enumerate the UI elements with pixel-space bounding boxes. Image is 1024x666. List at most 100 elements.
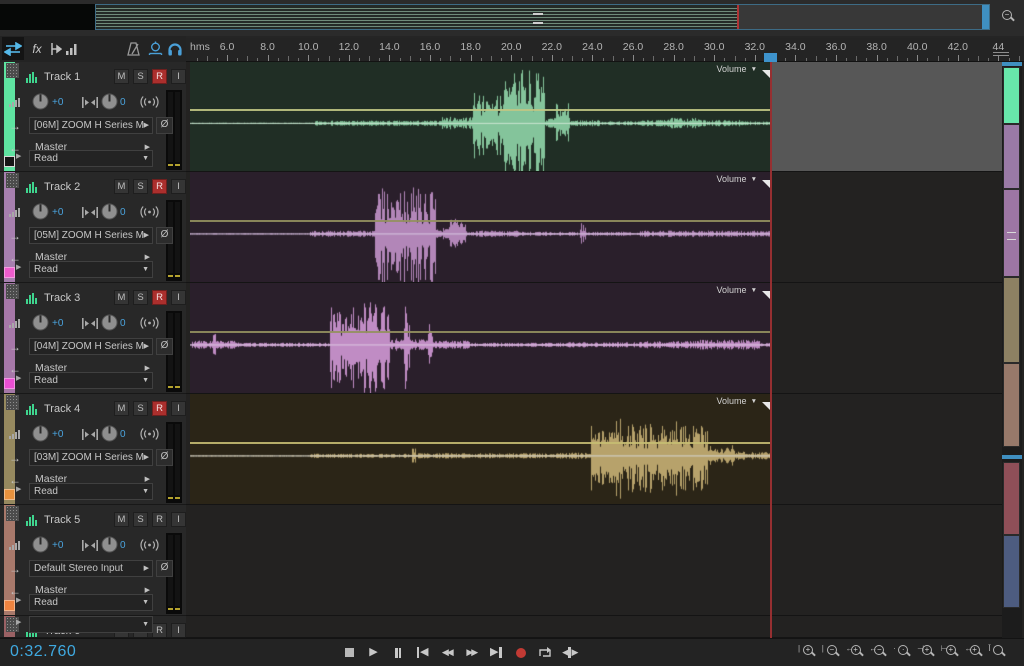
- rewind-button[interactable]: ◀◀: [436, 644, 458, 661]
- track-color-chip[interactable]: [4, 267, 15, 278]
- overview-scrollbar[interactable]: [95, 4, 990, 30]
- clip-volume-label[interactable]: Volume▼: [717, 174, 757, 184]
- phase-button[interactable]: Ø: [156, 338, 173, 355]
- solo-button[interactable]: S: [133, 179, 148, 194]
- track-name[interactable]: Track 3: [44, 292, 80, 304]
- pan-value[interactable]: 0: [120, 429, 126, 440]
- automation-expander[interactable]: ▶: [16, 596, 21, 604]
- volume-value[interactable]: +0: [52, 540, 63, 551]
- track-navigator[interactable]: [1002, 62, 1022, 638]
- input-monitor-button[interactable]: I: [171, 179, 186, 194]
- stop-button[interactable]: [338, 644, 360, 661]
- track-drag-grip[interactable]: [6, 506, 19, 521]
- input-monitor-button[interactable]: I: [171, 69, 186, 84]
- audio-clip[interactable]: Volume▼: [190, 172, 771, 282]
- track-drag-grip[interactable]: [6, 63, 19, 78]
- automation-mode-select[interactable]: Read▼: [29, 594, 153, 611]
- track-lane[interactable]: [186, 505, 1002, 616]
- zoom-out-time-button[interactable]: ←−: [871, 643, 891, 662]
- pan-knob[interactable]: [101, 425, 118, 442]
- navigator-zoom-icon[interactable]: [993, 50, 1009, 59]
- clip-volume-label[interactable]: Volume▼: [717, 285, 757, 295]
- zoom-full-button[interactable]: Ī: [990, 643, 1010, 662]
- volume-knob[interactable]: [32, 314, 49, 331]
- input-select[interactable]: [05M] ZOOM H Series M▶: [29, 227, 153, 244]
- navigator-track-segment[interactable]: [1003, 124, 1020, 189]
- track-name[interactable]: Track 5: [44, 514, 80, 526]
- zoom-out-button[interactable]: |−: [824, 643, 844, 662]
- move-to-previous-button[interactable]: ◀: [412, 644, 434, 661]
- phase-button[interactable]: Ø: [156, 227, 173, 244]
- input-monitor-button[interactable]: I: [171, 401, 186, 416]
- track-color-chip[interactable]: [4, 378, 15, 389]
- zoom-in-at-out-point-button[interactable]: ⊢+: [943, 643, 963, 662]
- volume-knob[interactable]: [32, 93, 49, 110]
- automation-expander[interactable]: ▶: [16, 618, 21, 626]
- input-monitor-button[interactable]: I: [171, 512, 186, 527]
- volume-value[interactable]: +0: [52, 429, 63, 440]
- zoom-in-time-button[interactable]: ←+: [848, 643, 868, 662]
- volume-envelope-line[interactable]: [190, 331, 771, 333]
- fast-forward-button[interactable]: ▶▶: [461, 644, 483, 661]
- track-drag-grip[interactable]: [6, 284, 19, 299]
- input-select[interactable]: [03M] ZOOM H Series M▶: [29, 449, 153, 466]
- audio-clip[interactable]: Volume▼: [190, 283, 771, 393]
- arm-record-button[interactable]: R: [152, 401, 167, 416]
- navigator-viewport-edge[interactable]: [1002, 455, 1022, 459]
- automation-mode-select[interactable]: ▼: [29, 616, 153, 633]
- pan-knob[interactable]: [101, 93, 118, 110]
- automation-expander[interactable]: ▶: [16, 152, 21, 160]
- volume-knob[interactable]: [32, 203, 49, 220]
- automation-expander[interactable]: ▶: [16, 263, 21, 271]
- overview-right-handle[interactable]: [982, 5, 989, 29]
- monitor-input-icon[interactable]: [140, 95, 159, 109]
- input-select[interactable]: Default Stereo Input▶: [29, 560, 153, 577]
- playhead-line[interactable]: [770, 62, 772, 638]
- volume-envelope-line[interactable]: [190, 109, 771, 111]
- track-header[interactable]: Track 1 M S R I +0 0 → [06M] ZOOM H Seri…: [0, 62, 186, 172]
- volume-value[interactable]: +0: [52, 97, 63, 108]
- arm-record-button[interactable]: R: [152, 69, 167, 84]
- monitor-input-icon[interactable]: [140, 538, 159, 552]
- timeline-ruler[interactable]: hms 6.08.010.012.014.016.018.020.022.024…: [186, 38, 1024, 62]
- automation-mode-select[interactable]: Read▼: [29, 483, 153, 500]
- input-select[interactable]: [06M] ZOOM H Series M▶: [29, 117, 153, 134]
- audio-clip[interactable]: Volume▼: [190, 62, 771, 171]
- clip-volume-label[interactable]: Volume▼: [717, 396, 757, 406]
- arm-record-button[interactable]: R: [152, 179, 167, 194]
- solo-button[interactable]: S: [133, 69, 148, 84]
- track-drag-grip[interactable]: [6, 173, 19, 188]
- record-button[interactable]: [510, 644, 532, 661]
- track-name[interactable]: Track 1: [44, 71, 80, 83]
- track-header[interactable]: Track 6 M S R I +0 0 → ▶ Ø ← ▶ ▶ ▼: [0, 616, 186, 638]
- navigator-grip[interactable]: [1007, 232, 1016, 240]
- timeline-area[interactable]: Volume▼ Volume▼ Volume▼ Volume▼: [186, 62, 1024, 638]
- loop-playback-button[interactable]: [534, 644, 556, 661]
- arm-record-button[interactable]: R: [152, 512, 167, 527]
- monitor-input-icon[interactable]: [140, 316, 159, 330]
- phase-button[interactable]: Ø: [156, 449, 173, 466]
- solo-button[interactable]: S: [133, 401, 148, 416]
- pause-button[interactable]: [387, 644, 409, 661]
- input-monitor-button[interactable]: I: [171, 290, 186, 305]
- mute-button[interactable]: M: [114, 512, 129, 527]
- track-lane[interactable]: Volume▼: [186, 62, 1002, 172]
- automation-mode-select[interactable]: Read▼: [29, 261, 153, 278]
- track-header[interactable]: Track 5 M S R I +0 0 → Default Stereo In…: [0, 505, 186, 616]
- volume-knob[interactable]: [32, 425, 49, 442]
- mute-button[interactable]: M: [114, 401, 129, 416]
- track-lane[interactable]: [186, 616, 1002, 638]
- solo-button[interactable]: S: [133, 512, 148, 527]
- move-tool-button[interactable]: [2, 37, 24, 60]
- navigator-track-segment[interactable]: [1003, 277, 1020, 363]
- volume-value[interactable]: +0: [52, 207, 63, 218]
- monitor-input-icon[interactable]: [140, 205, 159, 219]
- pan-knob[interactable]: [101, 536, 118, 553]
- track-lane[interactable]: Volume▼: [186, 394, 1002, 505]
- overview-grip[interactable]: [533, 13, 543, 24]
- phase-button[interactable]: Ø: [156, 560, 173, 577]
- zoom-in-at-in-point-button[interactable]: ⊣+: [919, 643, 939, 662]
- zoom-reset-button[interactable]: ··: [895, 643, 915, 662]
- automation-expander[interactable]: ▶: [16, 485, 21, 493]
- navigator-track-segment[interactable]: [1003, 535, 1020, 608]
